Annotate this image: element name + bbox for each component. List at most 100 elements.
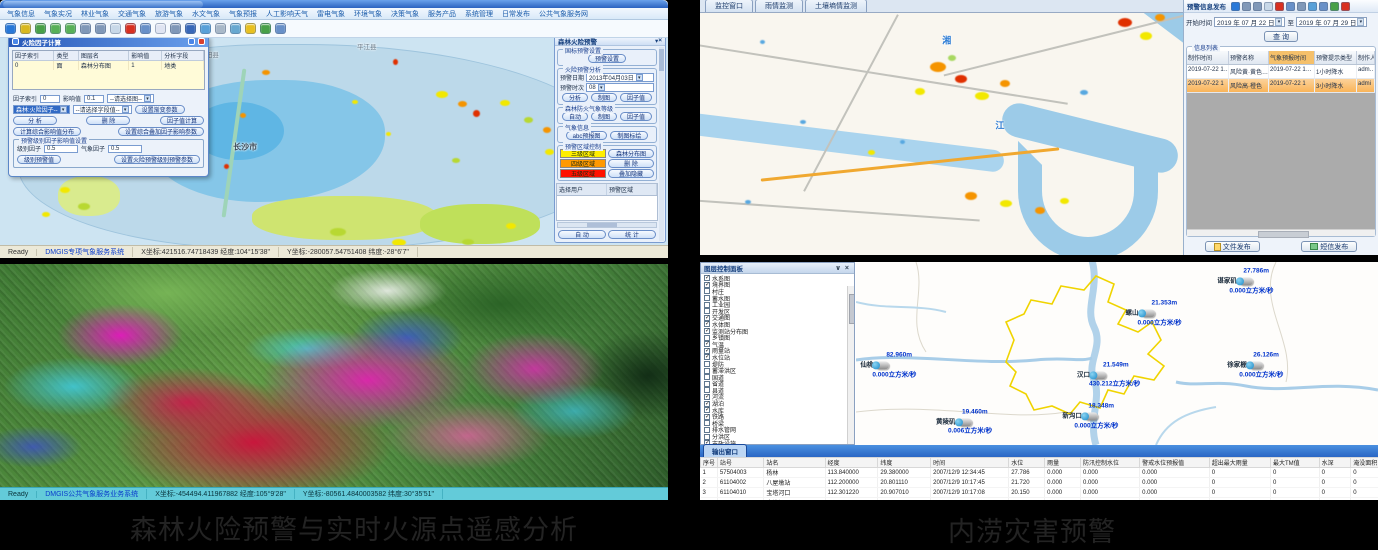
zoom-in-icon[interactable] [1242,2,1251,11]
map-window-icon[interactable] [140,23,151,34]
layer-checkbox[interactable] [704,321,710,327]
menu-item[interactable]: 交通气象 [118,9,146,19]
column-header[interactable]: 防汛控制水位 [1081,458,1140,468]
zoom-out-tool-icon[interactable] [65,23,76,34]
station-marker[interactable]: 18.348m 新沟口 0.000立方米/秒 [1062,401,1118,430]
back-icon[interactable] [260,23,271,34]
station-marker[interactable]: 21.353m 螺山 0.000立方米/秒 [1125,298,1181,327]
menu-item[interactable]: 雷电气象 [317,9,345,19]
column-header[interactable]: 超出最大雨量 [1209,458,1270,468]
zone-level-chip[interactable]: 四级区域 [560,159,606,168]
station-marker[interactable]: 19.460m 黄陵矶 0.006立方米/秒 [936,407,992,436]
layer-checkbox[interactable] [704,407,710,413]
list-column-header[interactable]: 制作人 [1357,51,1375,64]
column-header[interactable]: 时间 [931,458,1009,468]
close-icon[interactable] [198,38,205,45]
close-icon[interactable]: × [658,38,662,44]
level-warning-button[interactable]: 级别预警值 [17,155,61,164]
layer-checkbox[interactable] [704,434,710,440]
layer-checkbox[interactable] [704,288,710,294]
layer-checkbox[interactable] [704,282,710,288]
layer-checkbox[interactable] [704,374,710,380]
dialog-titlebar[interactable]: 火险因子计算 [9,38,208,47]
file-publish-button[interactable]: 文件发布 [1205,241,1260,252]
layer-checkbox[interactable] [704,315,710,321]
table-row[interactable]: 361104010宝塔河口112.30122020.9070102007/12/… [701,488,1378,498]
identify-icon[interactable] [170,23,181,34]
fire-map[interactable]: 长沙市 平江县岳阳县 火险因子计算 因子索引类型图层名影响值分析字段 0面森林分… [0,38,668,245]
menu-item[interactable]: 决策气象 [391,9,419,19]
full-extent-icon[interactable] [35,23,46,34]
layer-checkbox[interactable] [704,381,710,387]
image-icon[interactable] [200,23,211,34]
menu-item[interactable]: 服务产品 [428,9,456,19]
menu-item[interactable]: 人工影响天气 [266,9,308,19]
tab[interactable]: 土壤墒情监测 [805,0,867,12]
table-row[interactable]: 261104002八屋墩站112.20000020.8011102007/12/… [701,478,1378,488]
factor-index-input[interactable]: 0 [40,95,60,103]
warning-time-select[interactable]: 08▾ [586,83,654,92]
overview-icon[interactable] [275,23,286,34]
layer-checkbox[interactable] [704,308,710,314]
factor-table[interactable]: 因子索引类型图层名影响值分析字段 0面森林分布图1地类 [12,50,205,90]
list-column-header[interactable]: 气象预报时间 [1269,51,1315,64]
layer-item[interactable]: 蓄滞洪区 [704,367,846,374]
window-titlebar[interactable] [0,0,668,8]
level-factor-input[interactable]: 0.5 [44,145,78,153]
magnify-minus-icon[interactable] [95,23,106,34]
column-header[interactable]: 雨量 [1045,458,1081,468]
warning-list-body[interactable] [556,195,658,221]
layer-item[interactable]: 境界图 [704,282,846,289]
layer-item[interactable]: 铁路 [704,413,846,420]
menu-item[interactable]: 气象预报 [229,9,257,19]
column-header[interactable]: 序号 [701,458,718,468]
layer-item[interactable]: 湖泊 [704,400,846,407]
globe-icon[interactable] [1231,2,1240,11]
flag-icon[interactable] [245,23,256,34]
station-map[interactable]: 27.786m 谌家矶 0.000立方米/秒 21.353m 螺山 0.000立… [856,262,1378,445]
set-gradient-button[interactable]: 设置渐变参数 [135,105,185,114]
magnify-plus-icon[interactable] [80,23,91,34]
query-button[interactable]: 查 询 [1264,31,1298,42]
list-column-header[interactable]: 预警名称 [1229,51,1269,64]
column-header[interactable]: 因子索引 [13,51,54,61]
analyze-button[interactable]: 分 析 [13,116,57,125]
layer-item[interactable]: 河流 [704,394,846,401]
system-name-link[interactable]: DMGIS公共气象服务业务系统 [37,489,147,499]
table-row[interactable]: 157504003杨林113.84000029.3800002007/12/9 … [701,468,1378,478]
zoom-in-tool-icon[interactable] [50,23,61,34]
layer-checkbox[interactable] [704,401,710,407]
weather-button[interactable]: 制图标绘 [610,131,648,140]
layers-icon[interactable] [1319,2,1328,11]
horizontal-scrollbar[interactable] [1187,229,1375,236]
delete-button[interactable]: 删 除 [86,116,130,125]
grade-button[interactable]: 因子值 [620,112,652,121]
layer-select[interactable]: --请选择图--▾ [107,94,154,103]
menu-item[interactable]: 旅游气象 [155,9,183,19]
list-column-header[interactable]: 预警提示类型 [1315,51,1357,64]
warning-list-row[interactable]: 2019-07-22 1… 风险黄·黄色… 2019-07-22 1… 1小时降… [1187,65,1375,79]
layer-checkbox[interactable] [704,341,710,347]
layer-item[interactable]: 省道 [704,381,846,388]
analysis-button[interactable]: 因子值 [620,93,652,102]
layer-checkbox[interactable] [704,394,710,400]
output-table-container[interactable]: 序号站号站名经度纬度时间水位雨量防汛控制水位警戒水位预报值超出最大雨量最大TM值… [700,457,1378,500]
close-icon[interactable]: × [843,265,851,272]
globe-icon[interactable] [5,23,16,34]
column-header[interactable]: 淹没面积 [1351,458,1378,468]
layer-item[interactable]: 水位站 [704,354,846,361]
zoom-out-icon[interactable] [1253,2,1262,11]
station-marker[interactable]: 27.786m 谌家矶 0.000立方米/秒 [1217,266,1273,295]
flood-map[interactable]: 湘江 [700,13,1183,255]
refresh-icon[interactable] [155,23,166,34]
tab[interactable]: 监控窗口 [705,0,753,12]
satellite-image[interactable] [0,264,668,487]
close-icon[interactable] [1341,2,1350,11]
warning-setting-button[interactable]: 预警设置 [588,54,626,63]
horizontal-scrollbar[interactable] [557,222,657,228]
weather-factor-input[interactable]: 0.5 [108,145,142,153]
station-marker[interactable]: 26.126m 徐家棚 0.000立方米/秒 [1227,350,1283,379]
list-column-header[interactable]: 选择用户 [557,184,607,195]
scale-icon[interactable] [185,23,196,34]
system-name-link[interactable]: DMGIS专项气象服务系统 [37,247,133,257]
